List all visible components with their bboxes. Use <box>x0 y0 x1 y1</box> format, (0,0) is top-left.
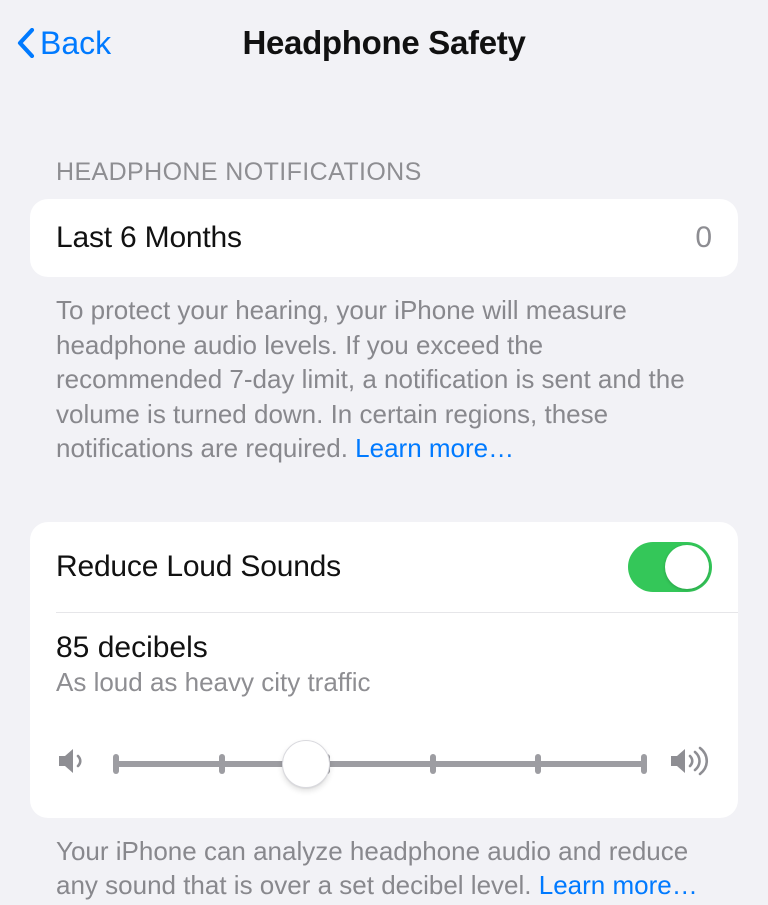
slider-tick <box>535 754 541 774</box>
reduce-footer: Your iPhone can analyze headphone audio … <box>30 818 738 903</box>
row-value: 0 <box>695 221 712 255</box>
toggle-knob <box>665 545 709 589</box>
decibel-description: As loud as heavy city traffic <box>56 667 712 698</box>
page-title: Headphone Safety <box>242 24 525 62</box>
nav-bar: Back Headphone Safety <box>0 0 768 86</box>
decibel-slider[interactable] <box>116 740 644 788</box>
learn-more-link[interactable]: Learn more… <box>539 870 698 900</box>
decibel-row: 85 decibels As loud as heavy city traffi… <box>30 613 738 722</box>
toggle-label: Reduce Loud Sounds <box>56 550 341 584</box>
chevron-left-icon <box>16 26 36 60</box>
speaker-low-icon <box>56 746 92 781</box>
decibel-value: 85 decibels <box>56 631 712 665</box>
slider-tick <box>430 754 436 774</box>
speaker-high-icon <box>668 746 712 781</box>
notifications-card: Last 6 Months 0 <box>30 199 738 277</box>
reduce-loud-sounds-row: Reduce Loud Sounds <box>30 522 738 612</box>
slider-thumb[interactable] <box>282 740 330 788</box>
reduce-loud-sounds-toggle[interactable] <box>628 542 712 592</box>
back-label: Back <box>40 25 111 62</box>
slider-row <box>30 722 738 818</box>
last-6-months-row[interactable]: Last 6 Months 0 <box>30 199 738 277</box>
notifications-footer: To protect your hearing, your iPhone wil… <box>30 277 738 466</box>
section-header-notifications: HEADPHONE NOTIFICATIONS <box>30 86 738 199</box>
learn-more-link[interactable]: Learn more… <box>355 433 514 463</box>
reduce-loud-sounds-card: Reduce Loud Sounds 85 decibels As loud a… <box>30 522 738 818</box>
slider-tick <box>641 754 647 774</box>
row-label: Last 6 Months <box>56 221 242 255</box>
slider-tick <box>219 754 225 774</box>
slider-track <box>116 761 644 767</box>
back-button[interactable]: Back <box>16 25 111 62</box>
slider-tick <box>113 754 119 774</box>
